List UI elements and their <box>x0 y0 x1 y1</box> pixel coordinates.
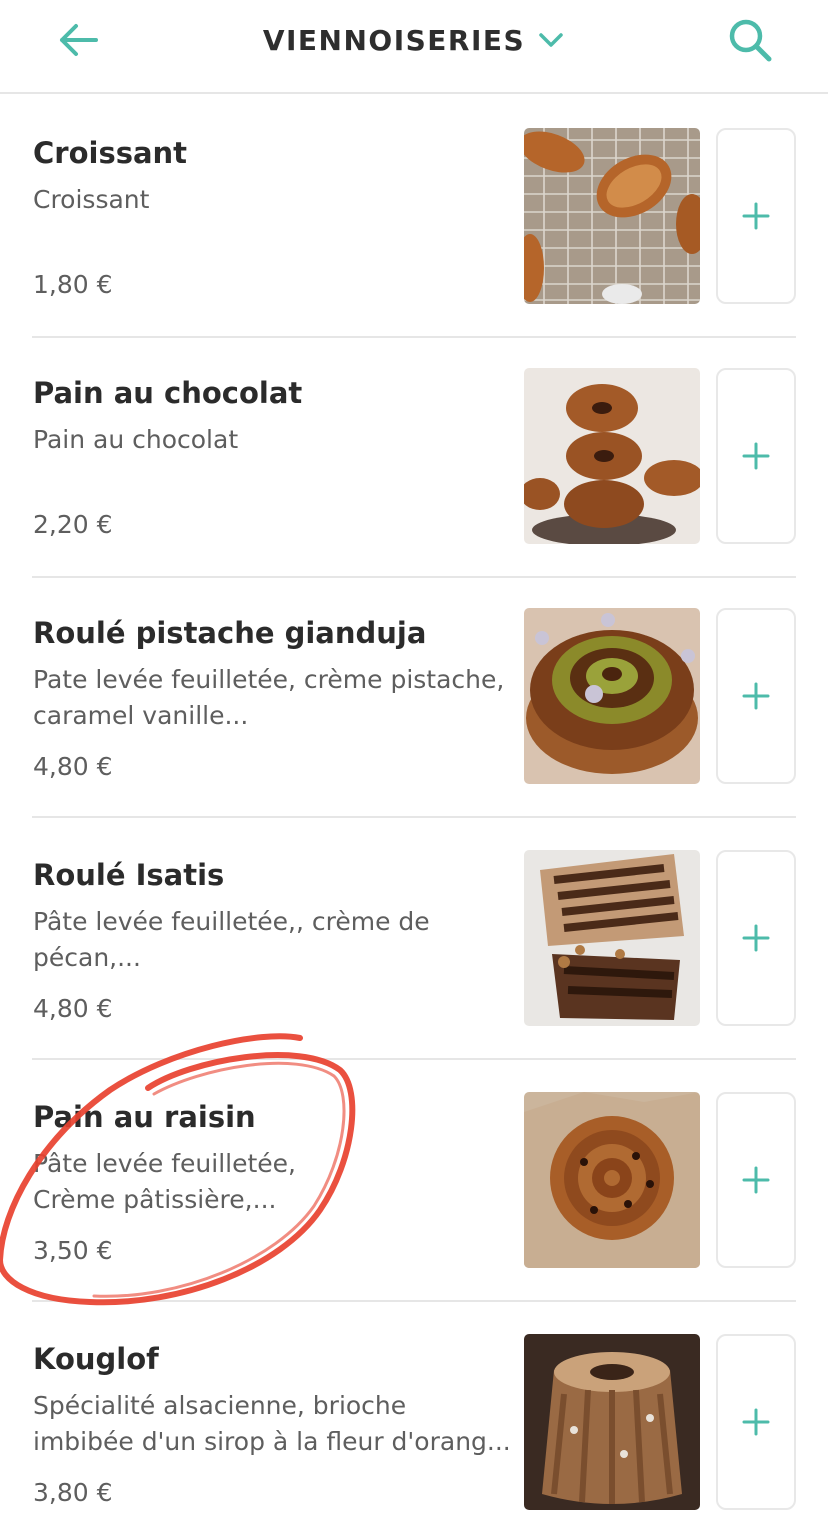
search-button[interactable] <box>726 16 774 64</box>
add-to-cart-button[interactable] <box>716 1092 796 1268</box>
product-photo[interactable] <box>524 1334 700 1510</box>
plus-icon <box>742 202 770 230</box>
divider <box>32 576 796 578</box>
product-price: 3,80 € <box>33 1478 113 1507</box>
product-price: 4,80 € <box>33 752 113 781</box>
product-name: Pain au chocolat <box>33 376 303 410</box>
product-item[interactable]: Pain au chocolat Pain au chocolat 2,20 € <box>0 368 828 609</box>
product-description: Pâte levée feuilletée,, crème de pécan,.… <box>33 907 430 972</box>
product-description: Pate levée feuilletée, crème pistache, c… <box>33 665 505 730</box>
product-price: 2,20 € <box>33 510 113 539</box>
product-photo[interactable] <box>524 1092 700 1268</box>
product-description: Spécialité alsacienne, brioche imbibée d… <box>33 1391 511 1456</box>
category-selector[interactable]: VIENNOISERIES <box>0 22 828 58</box>
product-name: Pain au raisin <box>33 1100 256 1134</box>
product-name: Kouglof <box>33 1342 159 1376</box>
page-title: VIENNOISERIES <box>262 23 526 57</box>
divider <box>32 336 796 338</box>
add-to-cart-button[interactable] <box>716 128 796 304</box>
product-item[interactable]: Croissant Croissant 1,80 € <box>0 128 828 369</box>
top-bar: VIENNOISERIES <box>0 0 828 94</box>
add-to-cart-button[interactable] <box>716 850 796 1026</box>
product-price: 1,80 € <box>33 270 113 299</box>
plus-icon <box>742 1408 770 1436</box>
chevron-down-icon <box>539 33 563 47</box>
product-photo[interactable] <box>524 850 700 1026</box>
add-to-cart-button[interactable] <box>716 368 796 544</box>
plus-icon <box>742 924 770 952</box>
divider <box>32 1058 796 1060</box>
plus-icon <box>742 1166 770 1194</box>
product-description: Pain au chocolat <box>33 425 239 454</box>
product-description: Pâte levée feuilletée, Crème pâtissière,… <box>33 1149 296 1214</box>
plus-icon <box>742 682 770 710</box>
product-photo[interactable] <box>524 368 700 544</box>
plus-icon <box>742 442 770 470</box>
product-photo[interactable] <box>524 608 700 784</box>
divider <box>32 1300 796 1302</box>
divider <box>32 816 796 818</box>
product-photo[interactable] <box>524 128 700 304</box>
add-to-cart-button[interactable] <box>716 1334 796 1510</box>
product-item[interactable]: Roulé pistache gianduja Pate levée feuil… <box>0 608 828 849</box>
product-item[interactable]: Roulé Isatis Pâte levée feuilletée,, crè… <box>0 850 828 1091</box>
search-icon <box>729 19 772 62</box>
product-name: Croissant <box>33 136 188 170</box>
product-price: 4,80 € <box>33 994 113 1023</box>
product-name: Roulé Isatis <box>33 858 225 892</box>
product-name: Roulé pistache gianduja <box>33 616 427 650</box>
product-price: 3,50 € <box>33 1236 113 1265</box>
product-item[interactable]: Pain au raisin Pâte levée feuilletée, Cr… <box>0 1092 828 1333</box>
product-item[interactable]: Kouglof Spécialité alsacienne, brioche i… <box>0 1334 828 1539</box>
add-to-cart-button[interactable] <box>716 608 796 784</box>
product-description: Croissant <box>33 185 150 214</box>
